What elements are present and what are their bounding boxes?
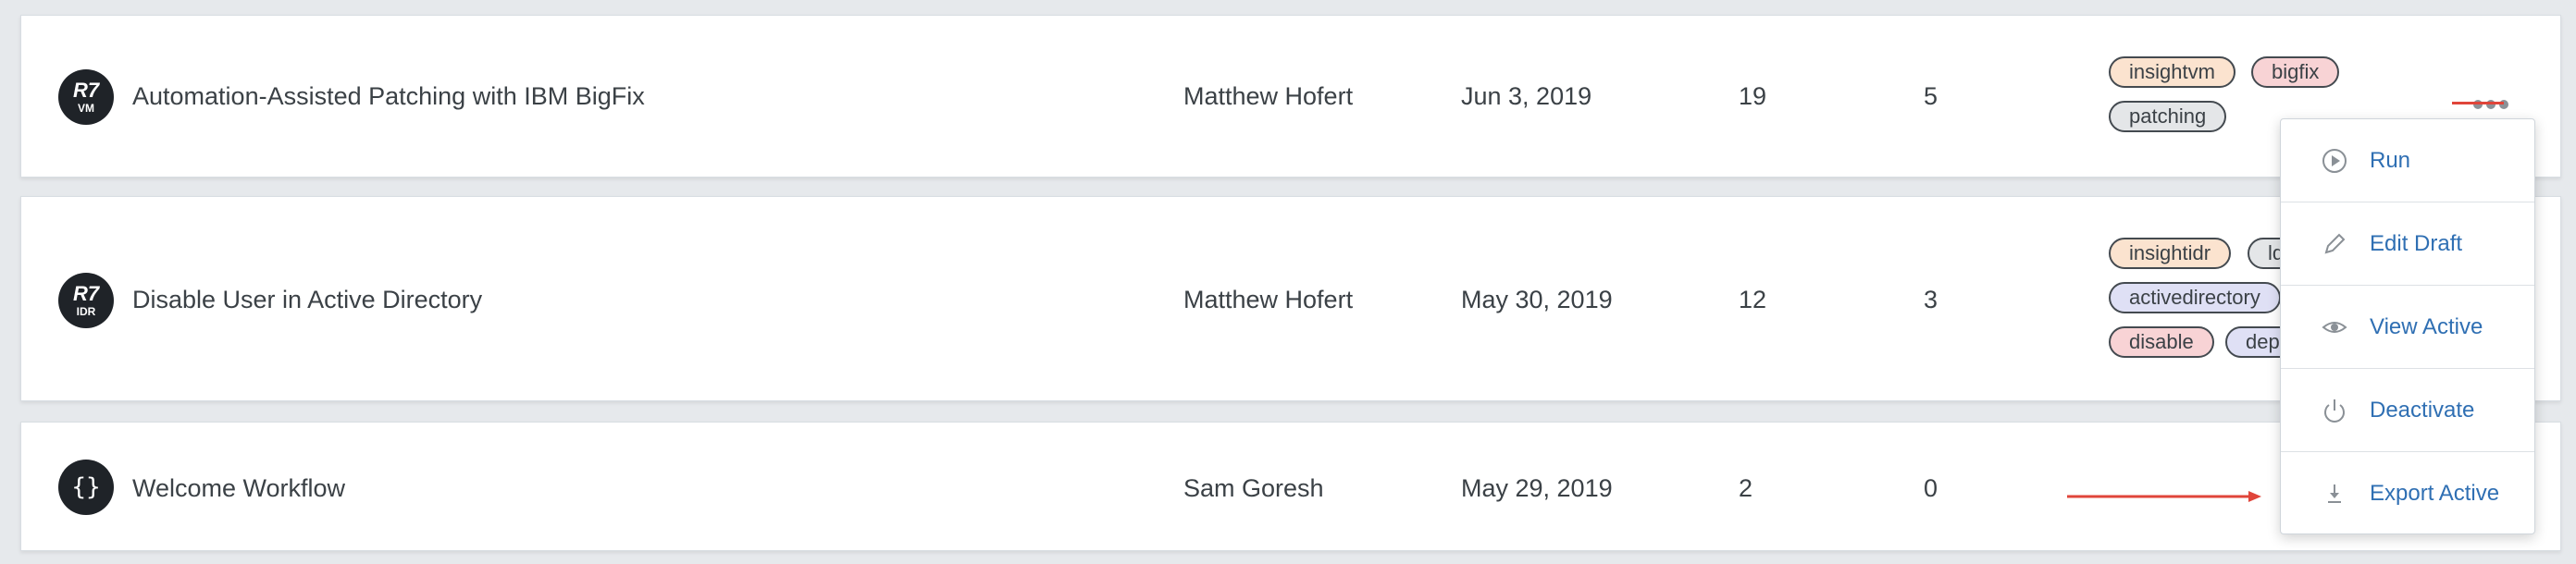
tag[interactable]: bigfix: [2251, 56, 2340, 88]
workflow-author: Matthew Hofert: [1183, 82, 1354, 110]
menu-item-label: Export Active: [2370, 481, 2500, 506]
workflow-count-steps: 19: [1739, 82, 1767, 110]
workflow-row[interactable]: R7 VM Automation-Assisted Patching with …: [20, 15, 2561, 178]
menu-item-export-active[interactable]: Export Active: [2281, 452, 2534, 535]
braces-glyph: {}: [71, 473, 101, 501]
menu-item-run[interactable]: Run: [2281, 119, 2534, 202]
workflow-count-secondary: 5: [1924, 82, 1938, 110]
tag[interactable]: activedirectory: [2109, 282, 2281, 313]
workflow-author: Matthew Hofert: [1183, 286, 1354, 313]
workflow-date: Jun 3, 2019: [1461, 82, 1592, 110]
insightidr-product-icon: R7 IDR: [58, 273, 114, 328]
menu-item-label: Run: [2370, 147, 2411, 173]
menu-item-label: View Active: [2370, 313, 2483, 339]
rapid7-logo: R7: [72, 282, 100, 305]
menu-item-label: Deactivate: [2370, 397, 2475, 423]
workflow-row[interactable]: R7 IDR Disable User in Active Directory …: [20, 196, 2561, 401]
tag[interactable]: insightidr: [2109, 238, 2232, 269]
actions-dropdown-menu: Run Edit Draft View Active Deactivate Ex…: [2280, 118, 2535, 534]
workflow-count-secondary: 0: [1924, 474, 1938, 502]
menu-item-view-active[interactable]: View Active: [2281, 286, 2534, 369]
menu-item-edit-draft[interactable]: Edit Draft: [2281, 202, 2534, 286]
eye-icon: [2316, 313, 2353, 341]
workflow-name[interactable]: Welcome Workflow: [132, 474, 345, 503]
workflow-date: May 29, 2019: [1461, 474, 1613, 502]
play-circle-icon: [2316, 147, 2353, 175]
tag[interactable]: insightvm: [2109, 56, 2235, 88]
tag[interactable]: patching: [2109, 101, 2227, 132]
workflow-count-secondary: 3: [1924, 286, 1938, 313]
workflow-name[interactable]: Automation-Assisted Patching with IBM Bi…: [132, 82, 645, 111]
annotation-arrow-icon: [2067, 491, 2261, 502]
workflow-name[interactable]: Disable User in Active Directory: [132, 286, 482, 314]
workflow-author: Sam Goresh: [1183, 474, 1324, 502]
workflow-row[interactable]: {} Welcome Workflow Sam Goresh May 29, 2…: [20, 422, 2561, 551]
product-abbreviation: VM: [78, 102, 94, 115]
menu-item-label: Edit Draft: [2370, 230, 2463, 256]
more-actions-button[interactable]: [2468, 86, 2514, 123]
workflow-count-steps: 2: [1739, 474, 1753, 502]
pencil-icon: [2316, 230, 2353, 258]
annotation-underline: [2452, 102, 2504, 104]
rapid7-logo: R7: [72, 79, 100, 102]
workflow-date: May 30, 2019: [1461, 286, 1613, 313]
workflow-count-steps: 12: [1739, 286, 1767, 313]
insightvm-product-icon: R7 VM: [58, 69, 114, 125]
product-abbreviation: IDR: [76, 305, 96, 318]
power-icon: [2316, 397, 2353, 424]
menu-item-deactivate[interactable]: Deactivate: [2281, 369, 2534, 452]
braces-icon: {}: [58, 460, 114, 515]
download-icon: [2316, 480, 2353, 508]
tag[interactable]: disable: [2109, 326, 2214, 358]
